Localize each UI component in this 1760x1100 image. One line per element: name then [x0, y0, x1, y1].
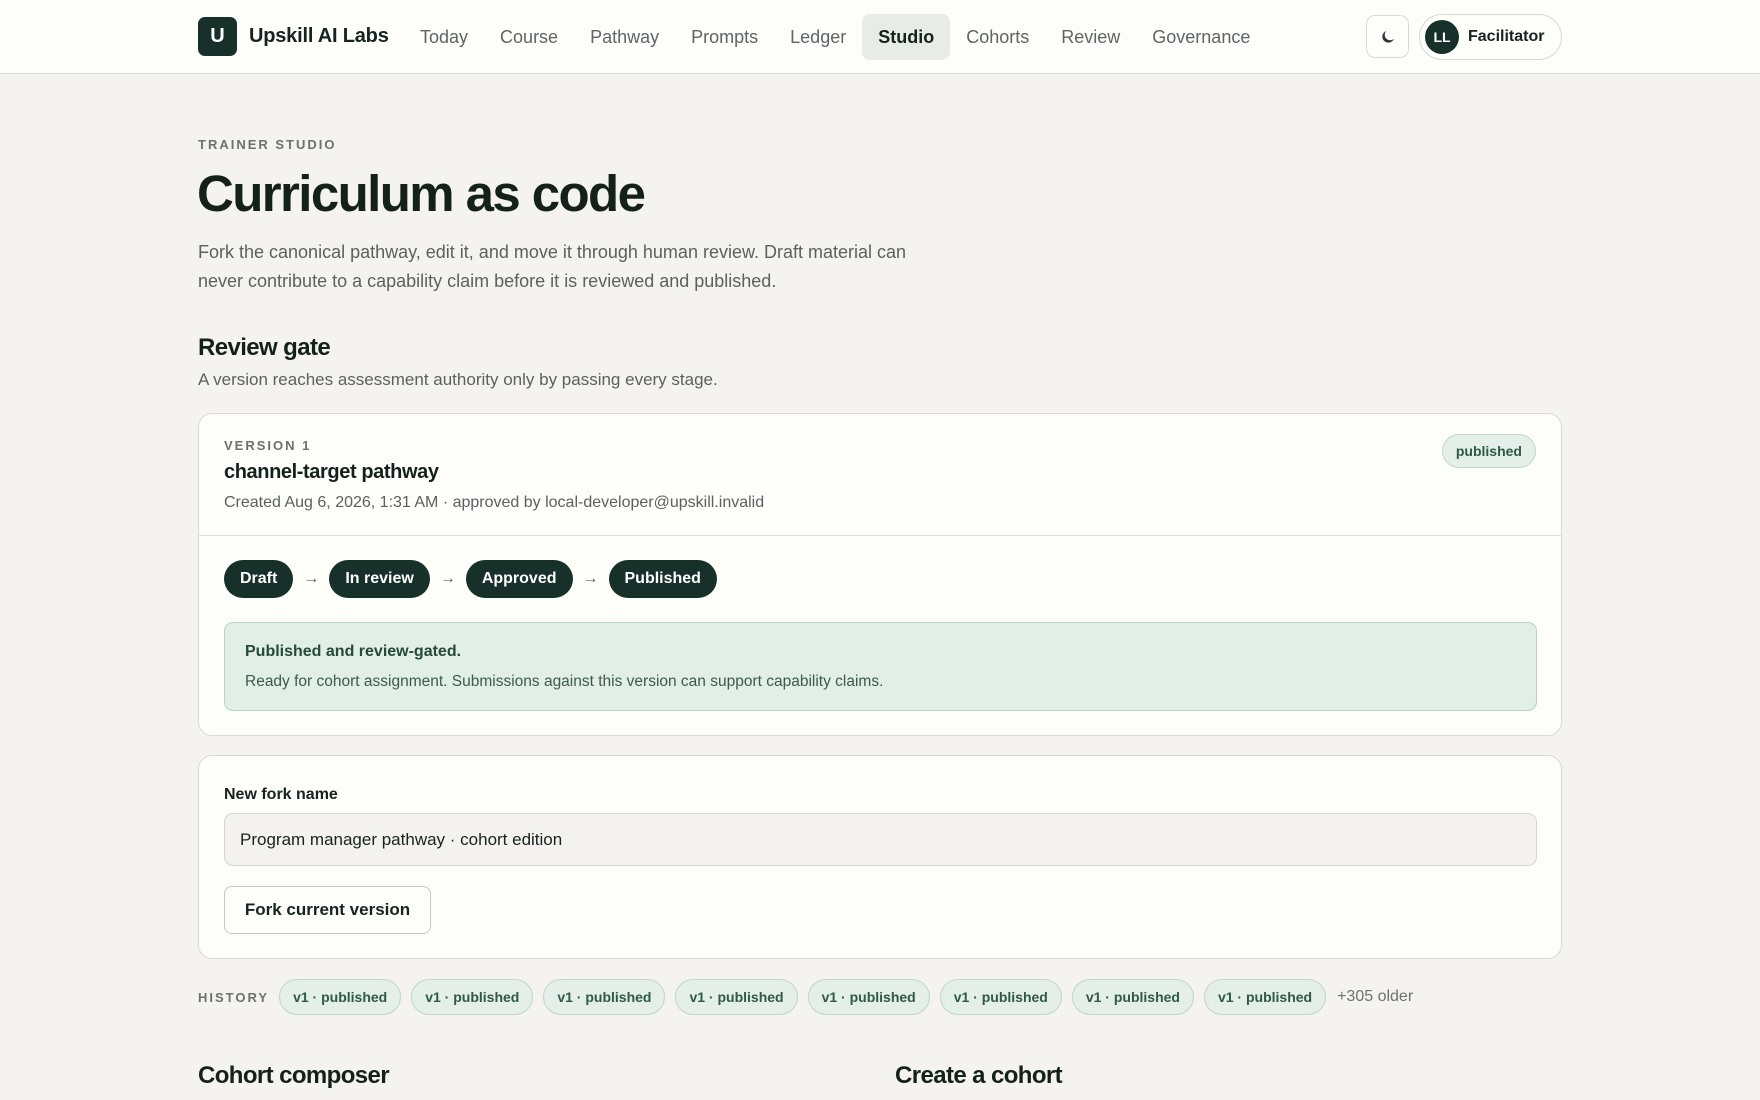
arrow-right-icon: →: [582, 570, 599, 587]
page-title: Curriculum as code: [197, 165, 646, 222]
history-item[interactable]: v1 · published: [1071, 979, 1194, 1015]
arrow-right-icon: →: [303, 570, 320, 587]
version-history: HISTORY v1 · published v1 · published v1…: [198, 979, 1413, 1015]
brand[interactable]: U Upskill AI Labs: [198, 17, 389, 56]
history-item[interactable]: v1 · published: [279, 979, 402, 1015]
history-item[interactable]: v1 · published: [807, 979, 930, 1015]
review-gate-card: VERSION 1 channel-target pathway Created…: [198, 413, 1562, 736]
page-description: Fork the canonical pathway, edit it, and…: [198, 242, 907, 291]
nav-item-ledger[interactable]: Ledger: [774, 14, 862, 60]
history-more-count: +305 older: [1337, 988, 1414, 1005]
fork-name-input[interactable]: [224, 813, 1537, 866]
callout-title: Published and review-gated.: [245, 643, 462, 660]
version-meta: Created Aug 6, 2026, 1:31 AM · approved …: [224, 494, 765, 511]
stage-draft: Draft: [224, 560, 294, 598]
version-header: VERSION 1 channel-target pathway Created…: [199, 414, 1561, 536]
history-item[interactable]: v1 · published: [675, 979, 798, 1015]
review-gate-title: Review gate: [198, 334, 331, 361]
arrow-right-icon: →: [439, 570, 456, 587]
status-badge: published: [1441, 434, 1536, 468]
history-label: HISTORY: [198, 989, 270, 1005]
version-name: channel-target pathway: [224, 461, 439, 483]
history-item[interactable]: v1 · published: [543, 979, 666, 1015]
nav-item-pathway[interactable]: Pathway: [574, 14, 675, 60]
nav-item-governance[interactable]: Governance: [1136, 14, 1266, 60]
callout-body: Ready for cohort assignment. Submissions…: [245, 673, 884, 690]
fork-current-version-button[interactable]: Fork current version: [224, 886, 431, 934]
avatar: LL: [1425, 20, 1459, 54]
nav-item-cohorts[interactable]: Cohorts: [950, 14, 1045, 60]
fork-name-label: New fork name: [224, 786, 338, 803]
review-stages: Draft → In review → Approved → Published: [224, 560, 717, 598]
version-label: VERSION 1: [224, 438, 312, 453]
brand-logo: U: [198, 17, 237, 56]
stage-approved: Approved: [465, 560, 573, 598]
review-gate-subtitle: A version reaches assessment authority o…: [198, 370, 718, 389]
fork-card: New fork name Fork current version: [198, 755, 1562, 959]
cohort-composer-title: Cohort composer: [198, 1062, 390, 1089]
main-nav: Today Course Pathway Prompts Ledger Stud…: [404, 14, 1266, 60]
create-cohort-title: Create a cohort: [895, 1062, 1063, 1089]
nav-item-prompts[interactable]: Prompts: [675, 14, 774, 60]
theme-toggle-button[interactable]: [1366, 15, 1409, 58]
stage-published: Published: [608, 560, 717, 598]
moon-icon: [1381, 30, 1394, 43]
stage-in-review: In review: [329, 560, 430, 598]
nav-item-course[interactable]: Course: [484, 14, 574, 60]
published-callout: Published and review-gated. Ready for co…: [224, 622, 1537, 711]
top-navigation-bar: U Upskill AI Labs Today Course Pathway P…: [0, 0, 1760, 74]
history-item[interactable]: v1 · published: [939, 979, 1062, 1015]
user-menu-button[interactable]: LL Facilitator: [1419, 14, 1562, 60]
history-item[interactable]: v1 · published: [1203, 979, 1327, 1015]
history-item[interactable]: v1 · published: [411, 979, 534, 1015]
nav-item-today[interactable]: Today: [404, 14, 484, 60]
nav-item-review[interactable]: Review: [1045, 14, 1136, 60]
page-eyebrow: TRAINER STUDIO: [198, 137, 337, 152]
brand-name: Upskill AI Labs: [249, 25, 389, 47]
nav-item-studio[interactable]: Studio: [862, 14, 951, 60]
user-role: Facilitator: [1468, 28, 1545, 45]
